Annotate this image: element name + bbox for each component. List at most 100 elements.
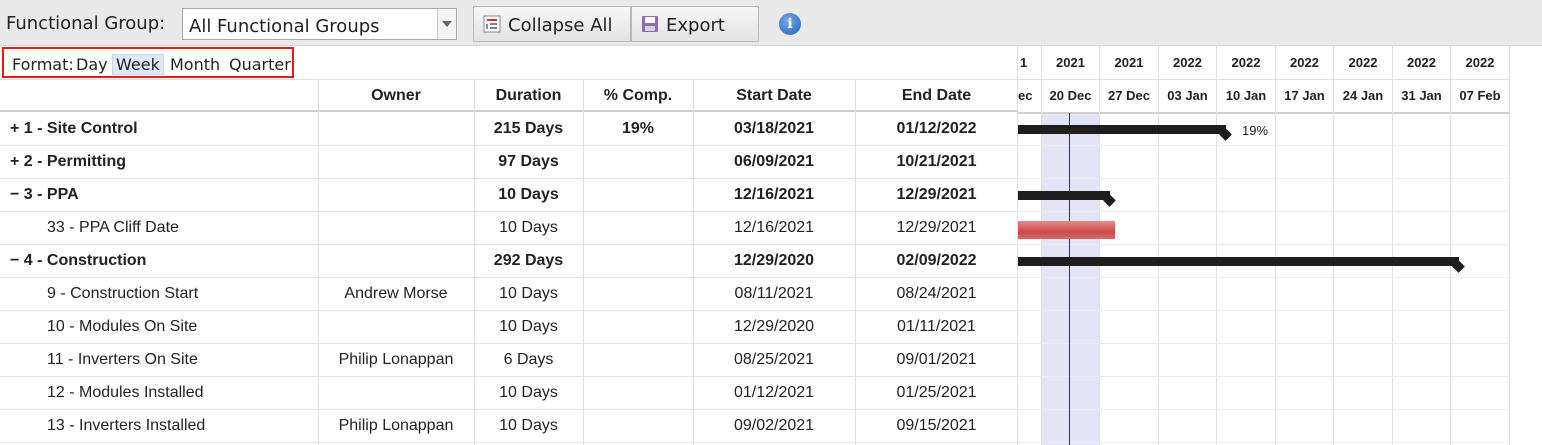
column-header-start-date[interactable]: Start Date xyxy=(693,80,855,111)
task-start-date: 12/16/2021 xyxy=(733,219,815,236)
chevron-down-icon[interactable] xyxy=(437,9,456,39)
task-end-date: 01/11/2021 xyxy=(897,318,976,335)
task-name[interactable]: + 2 - Permitting xyxy=(10,146,126,178)
gantt-week-label: 17 Jan xyxy=(1276,79,1333,114)
task-end-date: 10/21/2021 xyxy=(896,153,977,170)
column-header-duration[interactable]: Duration xyxy=(474,80,583,111)
gantt-week-label: 20 Dec xyxy=(1042,79,1099,114)
task-duration: 10 Days xyxy=(499,285,558,302)
collapse-all-label: Collapse All xyxy=(508,15,613,36)
gantt-bar-construction[interactable] xyxy=(1018,257,1459,266)
gantt-bar-site-control[interactable] xyxy=(1018,125,1226,134)
grid-header: Owner Duration % Comp. Start Date End Da… xyxy=(0,79,1018,112)
functional-group-value: All Functional Groups xyxy=(189,16,380,37)
format-option-month[interactable]: Month xyxy=(170,55,220,74)
gantt-week-label: 27 Dec xyxy=(1100,79,1158,114)
task-duration: 215 Days xyxy=(493,120,564,137)
gantt-year-label: 2022 xyxy=(1451,46,1509,80)
gantt-year-label: 1 xyxy=(1018,46,1041,80)
format-option-week[interactable]: Week xyxy=(112,54,164,75)
task-name[interactable]: 10 - Modules On Site xyxy=(47,311,197,343)
task-duration: 10 Days xyxy=(499,417,558,434)
task-duration: 292 Days xyxy=(493,252,564,269)
task-start-date: 08/25/2021 xyxy=(733,351,815,368)
table-row[interactable]: 11 - Inverters On Site Philip Lonappan 6… xyxy=(0,344,1018,377)
task-end-date: 09/01/2021 xyxy=(896,351,977,368)
column-header-pct-complete[interactable]: % Comp. xyxy=(583,80,693,111)
gantt-row xyxy=(1018,146,1510,179)
task-owner xyxy=(318,113,474,145)
task-name[interactable]: + 1 - Site Control xyxy=(10,113,138,145)
task-owner xyxy=(318,212,474,244)
task-pct-complete xyxy=(583,146,693,178)
export-label: Export xyxy=(666,15,725,36)
table-row[interactable]: 9 - Construction Start Andrew Morse 10 D… xyxy=(0,278,1018,311)
collapse-icon xyxy=(483,15,501,33)
table-row-ppa[interactable]: − 3 - PPA 10 Days 12/16/2021 12/29/2021 xyxy=(0,179,1018,212)
gantt-chart: 1 ec 2021 20 Dec 2021 27 Dec 2022 03 Jan… xyxy=(1018,46,1510,445)
gantt-year-label: 2022 xyxy=(1276,46,1333,80)
column-header-owner[interactable]: Owner xyxy=(318,80,474,111)
task-duration: 10 Days xyxy=(499,318,558,335)
task-name[interactable]: 33 - PPA Cliff Date xyxy=(47,212,179,244)
gantt-week-label: 07 Feb xyxy=(1451,79,1509,114)
table-row-site-control[interactable]: + 1 - Site Control 215 Days 19% 03/18/20… xyxy=(0,113,1018,146)
task-start-date: 08/11/2021 xyxy=(734,285,814,302)
gantt-row xyxy=(1018,278,1510,311)
task-owner xyxy=(318,179,474,211)
toolbar: Functional Group: All Functional Groups … xyxy=(0,0,1542,46)
task-owner xyxy=(318,377,474,409)
task-pct-complete: 19% xyxy=(621,120,655,137)
format-selector: Format: Day Week Month Quarter xyxy=(2,47,294,78)
task-pct-complete xyxy=(583,245,693,277)
task-name[interactable]: − 4 - Construction xyxy=(10,245,146,277)
task-end-date: 12/29/2021 xyxy=(896,219,977,236)
gantt-row xyxy=(1018,311,1510,344)
task-duration: 6 Days xyxy=(503,351,554,368)
task-start-date: 12/29/2020 xyxy=(733,252,815,269)
table-row[interactable]: 13 - Inverters Installed Philip Lonappan… xyxy=(0,410,1018,443)
task-owner xyxy=(318,311,474,343)
format-option-quarter[interactable]: Quarter xyxy=(229,55,291,74)
gantt-year-label: 2021 xyxy=(1042,46,1099,80)
gantt-week-label: ec xyxy=(1018,79,1041,114)
task-name[interactable]: 9 - Construction Start xyxy=(47,278,198,310)
export-button[interactable]: Export xyxy=(631,6,759,42)
task-owner xyxy=(318,146,474,178)
task-pct-complete xyxy=(583,410,693,442)
task-owner: Philip Lonappan xyxy=(338,351,454,368)
task-pct-complete xyxy=(583,212,693,244)
task-start-date: 12/29/2020 xyxy=(733,318,815,335)
functional-group-select[interactable]: All Functional Groups xyxy=(182,8,457,40)
task-owner: Philip Lonappan xyxy=(338,417,454,434)
task-owner xyxy=(318,245,474,277)
task-name[interactable]: 13 - Inverters Installed xyxy=(47,410,205,442)
gantt-row xyxy=(1018,410,1510,443)
info-icon[interactable]: i xyxy=(779,13,801,35)
gantt-year-label: 2021 xyxy=(1100,46,1158,80)
collapse-all-button[interactable]: Collapse All xyxy=(473,6,631,42)
task-duration: 10 Days xyxy=(499,384,558,401)
task-name[interactable]: 12 - Modules Installed xyxy=(47,377,204,409)
gantt-year-label: 2022 xyxy=(1159,46,1216,80)
table-row-construction[interactable]: − 4 - Construction 292 Days 12/29/2020 0… xyxy=(0,245,1018,278)
column-header-end-date[interactable]: End Date xyxy=(855,80,1018,111)
task-end-date: 12/29/2021 xyxy=(896,186,977,203)
gantt-milestone-ppa-cliff[interactable] xyxy=(1018,221,1115,239)
table-row[interactable]: 12 - Modules Installed 10 Days 01/12/202… xyxy=(0,377,1018,410)
gantt-bar-ppa[interactable] xyxy=(1018,191,1110,200)
table-row[interactable]: 33 - PPA Cliff Date 10 Days 12/16/2021 1… xyxy=(0,212,1018,245)
gantt-year-label: 2022 xyxy=(1217,46,1275,80)
task-pct-complete xyxy=(583,377,693,409)
task-name[interactable]: 11 - Inverters On Site xyxy=(47,344,198,376)
format-option-day[interactable]: Day xyxy=(76,55,108,74)
gantt-year-label: 2022 xyxy=(1393,46,1450,80)
task-name[interactable]: − 3 - PPA xyxy=(10,179,79,211)
task-pct-complete xyxy=(583,344,693,376)
table-row-permitting[interactable]: + 2 - Permitting 97 Days 06/09/2021 10/2… xyxy=(0,146,1018,179)
functional-group-label: Functional Group: xyxy=(6,13,166,34)
task-end-date: 02/09/2022 xyxy=(896,252,977,269)
table-row[interactable]: 10 - Modules On Site 10 Days 12/29/2020 … xyxy=(0,311,1018,344)
gantt-pct-label: 19% xyxy=(1242,123,1269,138)
task-pct-complete xyxy=(583,278,693,310)
